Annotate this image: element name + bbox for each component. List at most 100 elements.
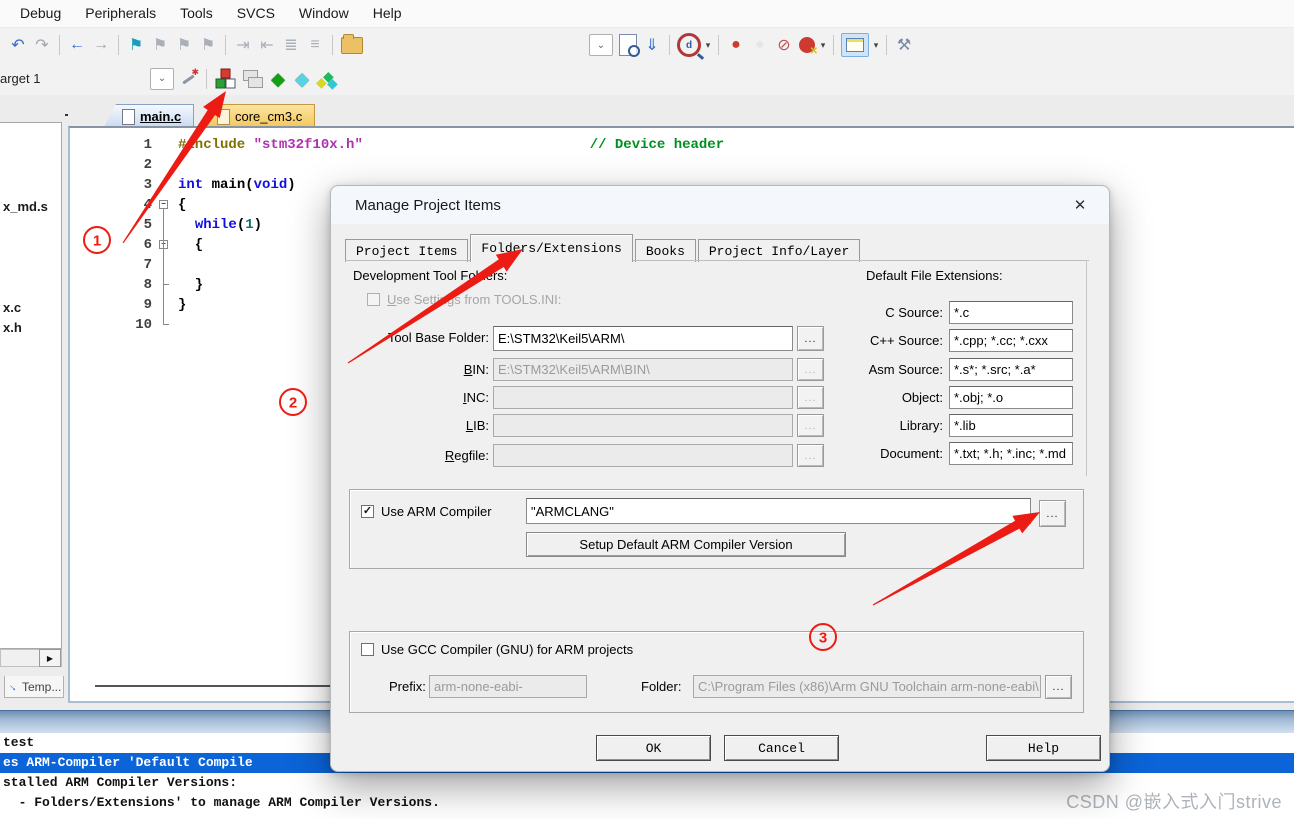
options-for-target-icon[interactable] xyxy=(179,69,199,89)
ext-row-field[interactable]: *.txt; *.h; *.inc; *.md xyxy=(949,442,1073,465)
menu-debug[interactable]: Debug xyxy=(8,0,73,27)
gcc-folder-field[interactable]: C:\Program Files (x86)\Arm GNU Toolchain… xyxy=(693,675,1041,698)
tree-item-x.c[interactable]: x.c xyxy=(3,300,21,315)
comment-icon[interactable]: ≣ xyxy=(280,34,302,56)
dev-row-field[interactable] xyxy=(493,444,793,467)
breakpoint-kill-icon[interactable] xyxy=(799,37,815,53)
project-tree[interactable]: x_md.s x.c x.h xyxy=(0,122,62,649)
functions-icon[interactable]: ◆ xyxy=(291,68,313,90)
component-viewer-icon[interactable]: ◆ xyxy=(267,68,289,90)
ext-row-field[interactable]: *.obj; *.o xyxy=(949,386,1073,409)
help-button[interactable]: Help xyxy=(986,735,1101,761)
templates-icon: → xyxy=(5,678,21,694)
undo-icon[interactable]: ↶ xyxy=(7,34,29,56)
menu-peripherals[interactable]: Peripherals xyxy=(73,0,168,27)
configure-wrench-icon[interactable]: ⚒ xyxy=(893,34,915,56)
target-combo[interactable]: ⌄ xyxy=(150,68,174,90)
menu-svcs[interactable]: SVCS xyxy=(225,0,287,27)
arm-compiler-field[interactable]: "ARMCLANG" xyxy=(526,498,1031,524)
templates-tab[interactable]: → Temp... xyxy=(4,676,64,698)
find-caret[interactable]: ▾ xyxy=(703,40,713,51)
bookmark-clear-icon[interactable]: ⚑ xyxy=(197,34,219,56)
redo-icon[interactable]: ↷ xyxy=(31,34,53,56)
use-arm-compiler-checkbox[interactable]: ✓ xyxy=(361,505,374,518)
tree-item-x_md.s[interactable]: x_md.s xyxy=(3,199,48,214)
tree-item-x.h[interactable]: x.h xyxy=(3,320,22,335)
scroll-right-button[interactable]: ▶ xyxy=(39,649,61,667)
editor-hscrollbar[interactable] xyxy=(95,685,330,687)
outdent-icon[interactable]: ⇤ xyxy=(256,34,278,56)
find-in-files-icon[interactable] xyxy=(619,34,637,56)
tools-ini-checkbox[interactable] xyxy=(367,293,380,306)
tab-core-cm3-c-label: core_cm3.c xyxy=(235,109,302,124)
uncomment-icon[interactable]: ≡ xyxy=(304,34,326,56)
dialog-tab-project-items[interactable]: Project Items xyxy=(345,239,468,262)
open-folder-icon[interactable] xyxy=(341,37,363,54)
dialog-close-button[interactable]: ✕ xyxy=(1065,191,1095,219)
menu-tools[interactable]: Tools xyxy=(168,0,225,27)
code-line-5[interactable]: 5 while(1) xyxy=(70,215,152,235)
bookmark-prev-icon[interactable]: ⚑ xyxy=(149,34,171,56)
indent-icon[interactable]: ⇥ xyxy=(232,34,254,56)
layout-caret[interactable]: ▾ xyxy=(871,40,881,51)
ext-row-label: Object: xyxy=(801,390,943,405)
window-layout-icon[interactable] xyxy=(841,33,869,57)
gcc-prefix-label: Prefix: xyxy=(389,679,426,694)
ext-row-field[interactable]: *.c xyxy=(949,301,1073,324)
find-magnifier-icon[interactable]: d xyxy=(677,33,701,57)
incremental-find-icon[interactable]: ⇓ xyxy=(641,34,663,56)
arm-compiler-browse-button[interactable]: ... xyxy=(1039,500,1066,527)
tab-page-border xyxy=(345,260,1089,261)
gcc-prefix-field[interactable]: arm-none-eabi- xyxy=(429,675,587,698)
manage-project-items-dialog: Manage Project Items ✕ Project ItemsFold… xyxy=(330,185,1110,772)
find-combo[interactable]: ⌄ xyxy=(589,34,613,56)
use-gcc-label: Use GCC Compiler (GNU) for ARM projects xyxy=(381,642,633,657)
gcc-folder-browse-button[interactable]: ... xyxy=(1045,675,1072,699)
bookmark-next-icon[interactable]: ⚑ xyxy=(173,34,195,56)
code-line-2[interactable]: 2 xyxy=(70,155,152,175)
code-text: #include "stm32f10x.h" // Device header xyxy=(178,137,724,153)
line-number: 9 xyxy=(70,297,152,313)
ext-row-field[interactable]: *.s*; *.src; *.a* xyxy=(949,358,1073,381)
manage-project-items-icon[interactable] xyxy=(215,68,237,90)
code-line-8[interactable]: 8 } xyxy=(70,275,152,295)
multi-project-icon[interactable] xyxy=(243,70,263,88)
dialog-tab-books[interactable]: Books xyxy=(635,239,696,262)
setup-arm-compiler-button[interactable]: Setup Default ARM Compiler Version xyxy=(526,532,846,557)
code-line-9[interactable]: 9} xyxy=(70,295,152,315)
breakpoint-disable-icon[interactable]: ⊘ xyxy=(773,34,795,56)
menu-help[interactable]: Help xyxy=(361,0,414,27)
dialog-tab-project-info-layer[interactable]: Project Info/Layer xyxy=(698,239,860,262)
back-icon[interactable]: ← xyxy=(66,34,88,56)
books-icon[interactable]: ◆◆◆ xyxy=(316,69,340,89)
breakpoint-icon[interactable]: ● xyxy=(725,34,747,56)
dialog-tab-folders-extensions[interactable]: Folders/Extensions xyxy=(470,234,632,262)
code-line-6[interactable]: 6 { xyxy=(70,235,152,255)
dev-row-field[interactable] xyxy=(493,414,793,437)
dev-row-field[interactable]: E:\STM32\Keil5\ARM\ xyxy=(493,326,793,351)
dev-row-label: Tool Base Folder: xyxy=(349,330,489,345)
menu-window[interactable]: Window xyxy=(287,0,361,27)
bookmark-toggle-icon[interactable]: ⚑ xyxy=(125,34,147,56)
fold-marker-line4[interactable]: − xyxy=(159,200,168,209)
code-line-10[interactable]: 10 xyxy=(70,315,152,335)
code-line-1[interactable]: 1#include "stm32f10x.h" // Device header xyxy=(70,135,152,155)
dev-row-field[interactable] xyxy=(493,386,793,409)
ext-row-field[interactable]: *.cpp; *.cc; *.cxx xyxy=(949,329,1073,352)
ext-row-field[interactable]: *.lib xyxy=(949,414,1073,437)
code-line-3[interactable]: 3int main(void) xyxy=(70,175,152,195)
dev-row-field[interactable]: E:\STM32\Keil5\ARM\BIN\ xyxy=(493,358,793,381)
ext-row-label: Library: xyxy=(801,418,943,433)
use-gcc-checkbox[interactable] xyxy=(361,643,374,656)
ext-row-label: C++ Source: xyxy=(801,333,943,348)
ok-button[interactable]: OK xyxy=(596,735,711,761)
cancel-button[interactable]: Cancel xyxy=(724,735,839,761)
code-line-7[interactable]: 7 xyxy=(70,255,152,275)
code-text: { xyxy=(178,197,186,213)
line-number: 8 xyxy=(70,277,152,293)
code-line-4[interactable]: 4{ xyxy=(70,195,152,215)
breakpoint-empty-icon[interactable]: ● xyxy=(749,34,771,56)
breakpoint-caret[interactable]: ▾ xyxy=(818,40,828,51)
project-tree-hscrollbar[interactable]: ▶ xyxy=(0,649,62,667)
forward-icon[interactable]: → xyxy=(90,34,112,56)
